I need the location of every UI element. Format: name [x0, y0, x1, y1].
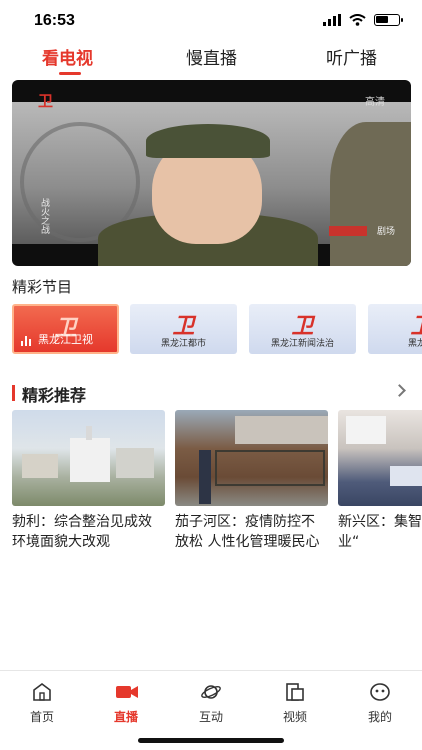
channel-card-label: 黑龙江卫视	[38, 333, 93, 346]
profile-face-icon	[369, 682, 391, 702]
home-indicator[interactable]	[138, 738, 284, 743]
video-corner-text: 剧场	[376, 227, 395, 237]
tabbar-item-interact[interactable]: 互动	[176, 678, 246, 725]
recommend-title: 勃利：综合整治见成效 环境面貌大改观	[12, 514, 152, 550]
tab-watch-tv[interactable]: 看电视	[42, 44, 93, 69]
recommend-item[interactable]: 新兴区：集智好就业创业“	[338, 410, 422, 552]
channel-card-heilongjiang-more[interactable]: 卫 黑龙江	[368, 304, 422, 354]
channel-card-label: 黑龙江都市	[160, 339, 206, 349]
video-player[interactable]: 卫 高清 战火之战 剧场	[12, 80, 411, 266]
active-tab-indicator	[59, 72, 81, 75]
battery-level	[376, 16, 388, 23]
tabbar-divider	[0, 670, 422, 671]
section-accent-bar	[12, 385, 15, 401]
video-scene-figure-right	[330, 122, 411, 266]
planet-icon	[200, 682, 222, 702]
channel-card-label: 黑龙江新闻法治	[270, 339, 334, 349]
tabbar-label: 我的	[367, 710, 392, 724]
battery-icon	[374, 14, 403, 26]
tabbar-item-home[interactable]: 首页	[7, 678, 77, 725]
bottom-tabbar: 首页 直播 互动 视频 我的	[0, 678, 422, 724]
channel-list: 卫 黑龙江卫视 卫 黑龙江都市 卫 黑龙江新闻法治 卫 黑龙江	[12, 304, 422, 356]
live-camera-icon	[115, 682, 138, 702]
video-doc-icon	[284, 682, 306, 702]
video-corner-badge	[329, 226, 367, 236]
tabbar-label: 视频	[282, 710, 307, 724]
recommend-thumbnail[interactable]	[338, 410, 422, 506]
channel-card-label: 黑龙江	[407, 339, 422, 349]
top-tabs: 看电视 慢直播 听广播	[0, 44, 422, 76]
recommend-section-title: 精彩推荐	[22, 386, 87, 405]
channel-card-heilongjiang-news-law[interactable]: 卫 黑龙江新闻法治	[249, 304, 356, 354]
tabbar-label: 互动	[198, 710, 223, 724]
status-bar: 16:53	[0, 0, 422, 40]
channel-logo: 卫	[38, 92, 54, 110]
video-scene-figure-cap	[146, 124, 270, 158]
recommend-title: 茄子河区：疫情防控不放松 人性化管理暖民心	[175, 514, 320, 550]
programs-section-title: 精彩节目	[12, 278, 73, 296]
hd-label: 高清	[365, 97, 385, 108]
wifi-icon	[349, 14, 366, 26]
tab-radio[interactable]: 听广播	[326, 44, 377, 69]
video-frame[interactable]	[12, 102, 411, 266]
status-time: 16:53	[34, 12, 75, 29]
chevron-right-icon[interactable]	[393, 384, 406, 397]
tab-slow-live[interactable]: 慢直播	[186, 44, 237, 69]
recommend-header: 精彩推荐	[12, 382, 410, 406]
recommend-thumbnail[interactable]	[175, 410, 328, 506]
status-icons	[323, 14, 403, 26]
recommend-item[interactable]: 茄子河区：疫情防控不放松 人性化管理暖民心	[175, 410, 328, 552]
recommend-title: 新兴区：集智好就业创业“	[338, 514, 422, 550]
playing-bars-icon	[21, 336, 33, 346]
recommend-list: 勃利：综合整治见成效 环境面貌大改观 茄子河区：疫情防控不放松 人性化管理暖民心…	[12, 410, 422, 580]
channel-card-heilongjiang-city[interactable]: 卫 黑龙江都市	[130, 304, 237, 354]
recommend-thumbnail[interactable]	[12, 410, 165, 506]
tabbar-label: 首页	[29, 710, 54, 724]
tabbar-label: 直播	[113, 710, 138, 724]
tabbar-item-live[interactable]: 直播	[91, 678, 161, 725]
tabbar-item-video[interactable]: 视频	[260, 678, 330, 725]
home-icon	[31, 682, 53, 702]
tabbar-item-mine[interactable]: 我的	[345, 678, 415, 725]
video-caption: 战火之战	[39, 198, 49, 234]
channel-card-heilongjiang-tv[interactable]: 卫 黑龙江卫视	[12, 304, 119, 354]
signal-icon	[323, 14, 341, 26]
recommend-item[interactable]: 勃利：综合整治见成效 环境面貌大改观	[12, 410, 165, 552]
